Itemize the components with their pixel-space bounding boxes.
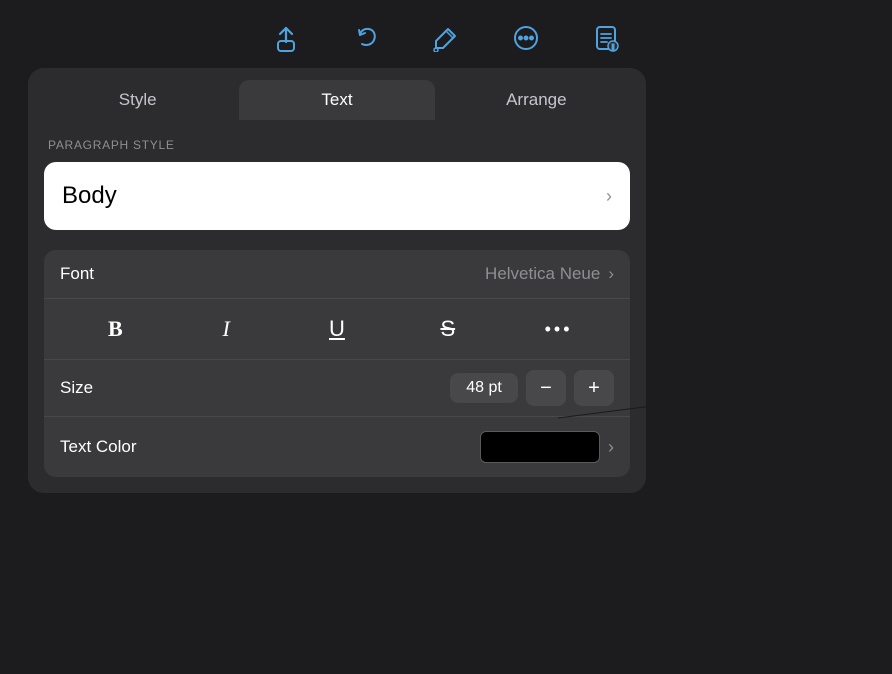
paragraph-style-chevron: › <box>606 186 612 207</box>
paragraph-style-value: Body <box>62 182 117 210</box>
format-panel: Style Text Arrange PARAGRAPH STYLE Body … <box>28 68 646 493</box>
font-label: Font <box>60 264 94 284</box>
size-value: 48 pt <box>450 373 518 403</box>
document-icon[interactable]: ! <box>592 24 620 52</box>
size-increment-button[interactable]: + <box>574 370 614 406</box>
tab-text[interactable]: Text <box>239 80 434 120</box>
format-paintbrush-icon[interactable] <box>432 24 460 52</box>
underline-button[interactable]: U <box>317 311 357 347</box>
more-icon: ••• <box>545 319 573 340</box>
bold-icon: B <box>108 316 123 342</box>
top-toolbar: ! <box>0 0 892 75</box>
font-row[interactable]: Font Helvetica Neue › <box>44 250 630 299</box>
text-color-chevron: › <box>608 437 614 458</box>
paragraph-style-selector[interactable]: Body › <box>44 162 630 230</box>
format-buttons-row: B I U S ••• <box>44 299 630 360</box>
strikethrough-icon: S <box>440 316 455 342</box>
size-decrement-button[interactable]: − <box>526 370 566 406</box>
text-color-swatch <box>480 431 600 463</box>
svg-text:!: ! <box>612 44 614 51</box>
underline-icon: U <box>329 316 345 342</box>
bold-button[interactable]: B <box>95 311 135 347</box>
size-row: Size 48 pt − + <box>44 360 630 417</box>
tab-arrange[interactable]: Arrange <box>439 80 634 120</box>
callout-line2: character styles. <box>753 407 862 424</box>
italic-button[interactable]: I <box>206 311 246 347</box>
font-value: Helvetica Neue <box>485 264 600 284</box>
callout-line1: Tap to see <box>753 390 862 407</box>
size-label: Size <box>60 378 93 398</box>
text-color-label: Text Color <box>60 437 137 457</box>
more-character-styles-button[interactable]: ••• <box>539 311 579 347</box>
font-section: Font Helvetica Neue › B I U S <box>44 250 630 477</box>
tab-bar: Style Text Arrange <box>28 68 646 120</box>
italic-icon: I <box>223 316 230 342</box>
strikethrough-button[interactable]: S <box>428 311 468 347</box>
callout-box: Tap to see character styles. <box>753 390 862 424</box>
font-chevron: › <box>608 264 614 284</box>
share-icon[interactable] <box>272 24 300 52</box>
undo-icon[interactable] <box>352 24 380 52</box>
tab-style[interactable]: Style <box>40 80 235 120</box>
text-color-row[interactable]: Text Color › <box>44 417 630 477</box>
paragraph-style-label: PARAGRAPH STYLE <box>48 138 630 152</box>
more-circle-icon[interactable] <box>512 24 540 52</box>
